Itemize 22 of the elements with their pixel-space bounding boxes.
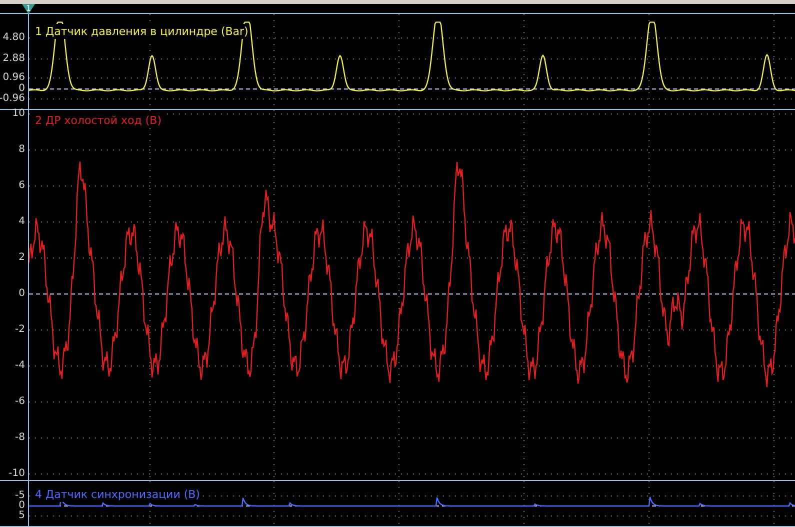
- axis-tick-label: -8: [15, 432, 25, 444]
- axis-tick-label: -2: [15, 324, 25, 336]
- axis-tick-label: 0: [18, 500, 25, 511]
- axis-tick-label: 8: [18, 144, 25, 156]
- axis-tick-label: -10: [8, 468, 25, 480]
- axis-tick-label: 6: [18, 180, 25, 192]
- axis-tick-label: 10: [12, 108, 25, 120]
- channel-label: 4 Датчик синхронизации (В): [34, 487, 201, 502]
- channel-label: 1 Датчик давления в цилиндре (Bar): [34, 24, 250, 39]
- axis-tick-label: 2.88: [2, 53, 25, 65]
- axis-tick-label: 4.80: [2, 32, 25, 44]
- channel-label: 2 ДР холостой ход (В): [34, 113, 163, 128]
- axis-tick-label: 0: [18, 288, 25, 300]
- axis-tick-label: 0: [18, 83, 25, 94]
- axis-tick-label: 4: [18, 216, 25, 228]
- axis-tick-label: -5: [15, 490, 25, 501]
- axis-tick-label: 0.96: [2, 72, 25, 84]
- axis-tick-label: -4: [15, 360, 25, 372]
- axis-tick-label: 5: [18, 510, 25, 522]
- axis-tick-label: 2: [18, 252, 25, 264]
- channel-marker[interactable]: 1: [22, 4, 35, 14]
- axis-tick-label: -6: [15, 396, 25, 408]
